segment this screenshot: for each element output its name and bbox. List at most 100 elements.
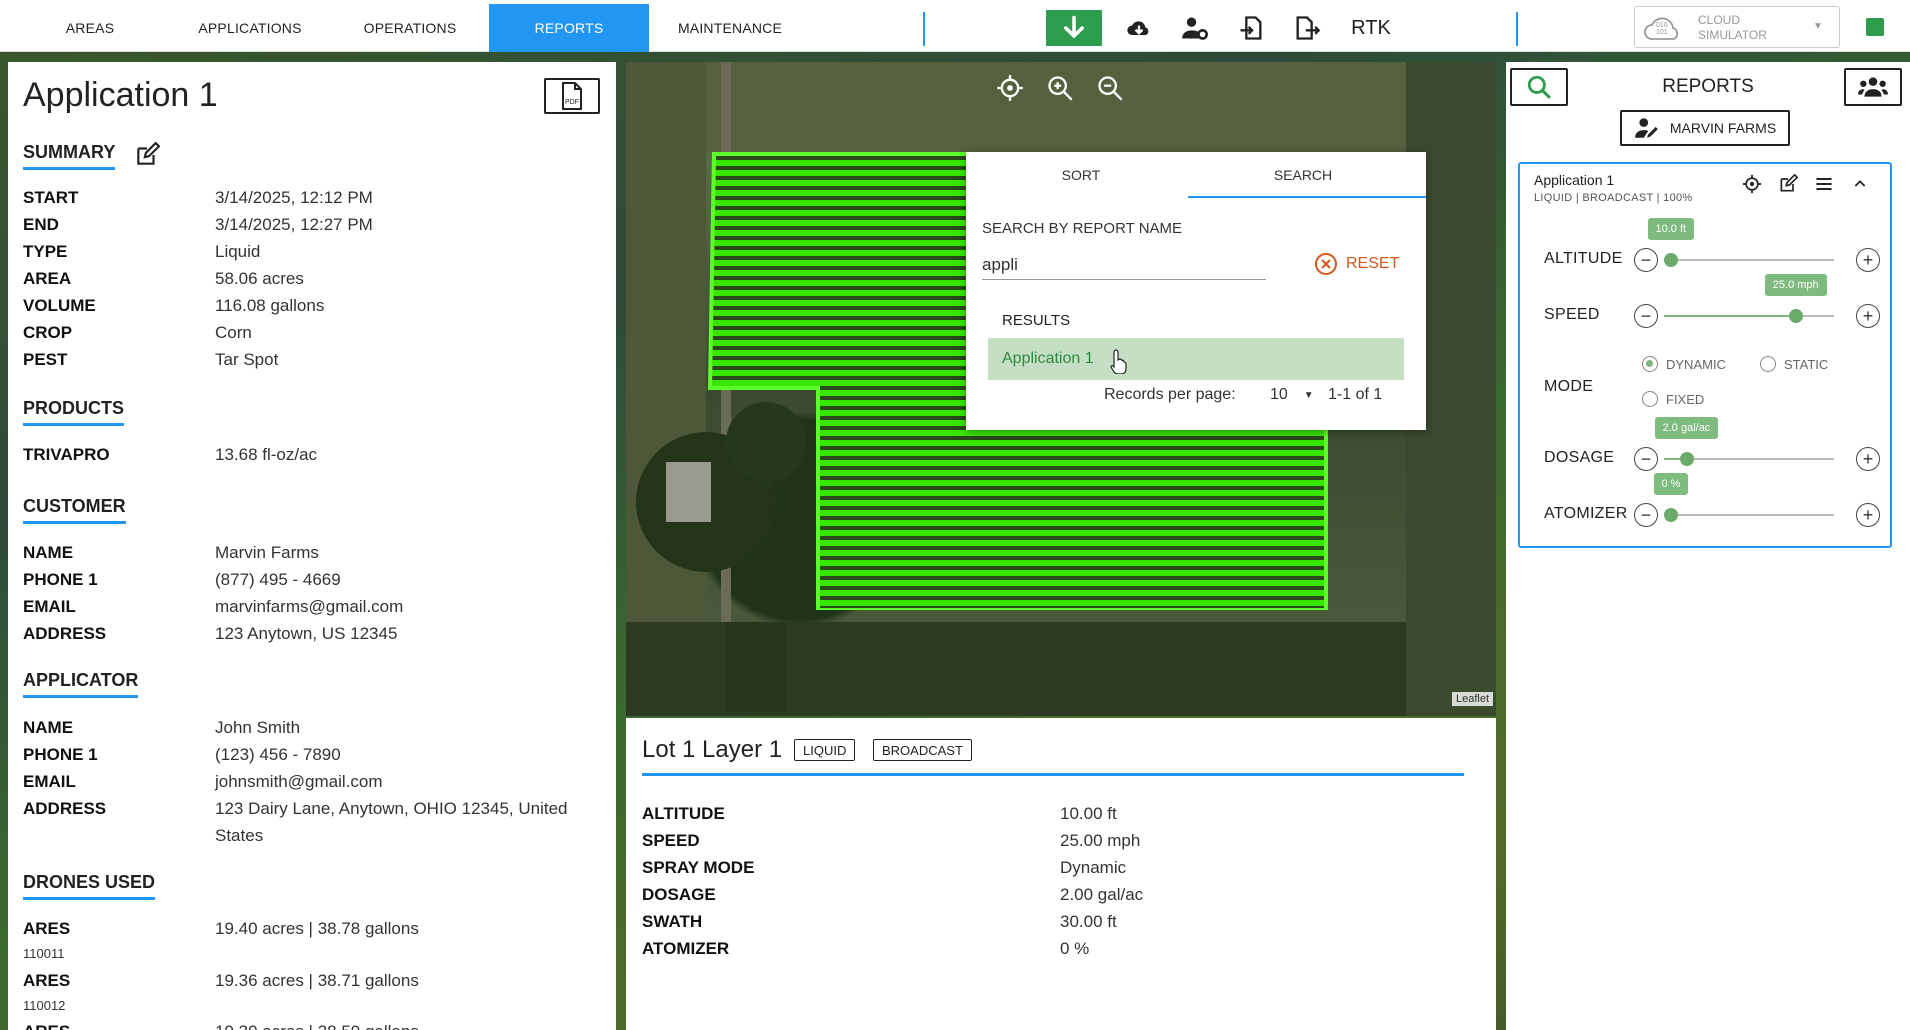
user-settings-button[interactable]: [1176, 10, 1214, 46]
products-heading: PRODUCTS: [23, 398, 125, 426]
file-import-icon: [1240, 16, 1262, 40]
customer-email-label: EMAIL: [23, 597, 76, 616]
summary-type-label: TYPE: [23, 242, 68, 261]
results-heading: RESULTS: [1002, 312, 1071, 329]
crosshair-icon[interactable]: [1742, 174, 1762, 194]
pagination-range: 1-1 of 1: [1328, 386, 1383, 403]
tab-areas[interactable]: AREAS: [40, 4, 140, 52]
customers-button[interactable]: [1844, 68, 1902, 106]
layer-atomizer-value: 0 %: [1060, 939, 1090, 958]
rtk-button[interactable]: RTK: [1346, 10, 1396, 46]
tab-applications[interactable]: APPLICATIONS: [180, 4, 320, 52]
tab-maintenance[interactable]: MAINTENANCE: [660, 4, 800, 52]
customer-name-value: Marvin Farms: [215, 543, 319, 562]
customer-filter-button[interactable]: MARVIN FARMS: [1620, 110, 1790, 146]
zoom-out-button[interactable]: [1096, 74, 1126, 104]
dosage-slider-thumb[interactable]: [1679, 452, 1694, 466]
altitude-decrease-button[interactable]: −: [1634, 248, 1658, 272]
menu-icon[interactable]: [1814, 174, 1834, 194]
drone-model: ARES: [23, 971, 71, 990]
altitude-slider-thumb[interactable]: [1664, 253, 1678, 267]
speed-decrease-button[interactable]: −: [1634, 304, 1658, 328]
crosshair-icon: [997, 75, 1023, 101]
tab-sort[interactable]: SORT: [966, 152, 1196, 198]
result-label: Application 1: [1002, 350, 1094, 367]
mode-label: MODE: [1544, 378, 1594, 395]
drone-usage: 19.40 acres | 38.78 gallons: [215, 919, 419, 938]
atomizer-label: ATOMIZER: [1544, 505, 1628, 522]
customer-address-value: 123 Anytown, US 12345: [215, 624, 398, 643]
radio-static[interactable]: [1760, 356, 1776, 372]
speed-tooltip: 25.0 mph: [1764, 274, 1827, 296]
records-per-page-value: 10: [1270, 386, 1288, 403]
search-button[interactable]: [1510, 68, 1568, 106]
records-per-page-select[interactable]: 10 ▼: [1270, 386, 1314, 404]
reset-button[interactable]: RESET: [1314, 252, 1399, 276]
summary-area-value: 58.06 acres: [215, 269, 304, 288]
layer-spray-mode-label: SPRAY MODE: [642, 858, 755, 877]
summary-volume-label: VOLUME: [23, 296, 96, 315]
list-item[interactable]: Application 1: [988, 338, 1404, 380]
drone-model: ARES: [23, 919, 71, 938]
edit-icon[interactable]: [1778, 174, 1798, 194]
cloud-binary-icon: 010 101: [1643, 13, 1683, 43]
zoom-in-icon: [1048, 76, 1073, 101]
mode-option-static[interactable]: STATIC: [1760, 356, 1828, 372]
application-card: Application 1 LIQUID | BROADCAST | 100% …: [1518, 162, 1892, 548]
atomizer-decrease-button[interactable]: −: [1634, 503, 1658, 527]
altitude-slider[interactable]: 10.0 ft: [1647, 218, 1834, 274]
dosage-slider[interactable]: 2.0 gal/ac: [1654, 417, 1834, 473]
cloud-download-button[interactable]: [1120, 10, 1158, 46]
import-button[interactable]: [1232, 10, 1270, 46]
atomizer-slider[interactable]: 0 %: [1653, 473, 1834, 529]
summary-crop-label: CROP: [23, 323, 73, 342]
customer-heading: CUSTOMER: [23, 496, 126, 524]
mode-option-fixed[interactable]: FIXED: [1642, 391, 1704, 407]
pdf-export-button[interactable]: PDF: [544, 78, 600, 114]
cloud-label-line1: CLOUD: [1698, 13, 1741, 27]
summary-start-value: 3/14/2025, 12:12 PM: [215, 188, 373, 207]
layer-atomizer-label: ATOMIZER: [642, 939, 730, 958]
applicator-email-value: johnsmith@gmail.com: [215, 772, 383, 791]
radio-fixed[interactable]: [1642, 391, 1658, 407]
map-attribution[interactable]: Leaflet: [1452, 692, 1494, 706]
layer-speed-label: SPEED: [642, 831, 700, 850]
altitude-increase-button[interactable]: +: [1856, 248, 1880, 272]
atomizer-increase-button[interactable]: +: [1856, 503, 1880, 527]
tab-search[interactable]: SEARCH: [1188, 152, 1418, 198]
atomizer-slider-thumb[interactable]: [1664, 508, 1678, 522]
dosage-decrease-button[interactable]: −: [1634, 447, 1658, 471]
export-button[interactable]: [1288, 10, 1326, 46]
drone-id: 110012: [23, 998, 66, 1013]
zoom-in-button[interactable]: [1046, 74, 1076, 104]
tab-reports[interactable]: REPORTS: [489, 4, 649, 52]
dosage-increase-button[interactable]: +: [1856, 447, 1880, 471]
customer-phone-label: PHONE 1: [23, 570, 98, 589]
chevron-up-icon[interactable]: [1852, 176, 1868, 192]
type-badge: LIQUID: [794, 739, 856, 761]
card-title: Application 1: [1534, 172, 1615, 188]
toolbar-divider-right: [1516, 12, 1518, 46]
tab-operations[interactable]: OPERATIONS: [340, 4, 480, 52]
speed-increase-button[interactable]: +: [1856, 304, 1880, 328]
cloud-simulator-select[interactable]: 010 101 CLOUD SIMULATOR ▼: [1634, 6, 1840, 48]
edit-summary-icon[interactable]: [134, 141, 161, 168]
locate-button[interactable]: [996, 74, 1026, 104]
layer-title: Lot 1 Layer 1: [642, 736, 783, 763]
product-rate: 13.68 fl-oz/ac: [215, 445, 318, 464]
radio-dynamic[interactable]: [1642, 356, 1658, 372]
atomizer-tooltip: 0 %: [1653, 473, 1689, 495]
speed-slider-thumb[interactable]: [1788, 309, 1803, 323]
summary-start-label: START: [23, 188, 79, 207]
top-nav-bar: AREAS APPLICATIONS OPERATIONS REPORTS MA…: [0, 0, 1910, 52]
speed-slider[interactable]: 25.0 mph: [1664, 274, 1834, 330]
search-input[interactable]: [982, 250, 1266, 280]
zoom-out-icon: [1098, 76, 1123, 101]
layer-speed-value: 25.00 mph: [1060, 831, 1141, 850]
mode-option-dynamic[interactable]: DYNAMIC: [1642, 356, 1726, 372]
customer-name-label: NAME: [23, 543, 74, 562]
download-button[interactable]: [1046, 10, 1102, 46]
user-edit-icon: [1634, 118, 1658, 138]
arrow-down-icon: [1064, 15, 1084, 38]
card-subtitle: LIQUID | BROADCAST | 100%: [1534, 192, 1693, 204]
